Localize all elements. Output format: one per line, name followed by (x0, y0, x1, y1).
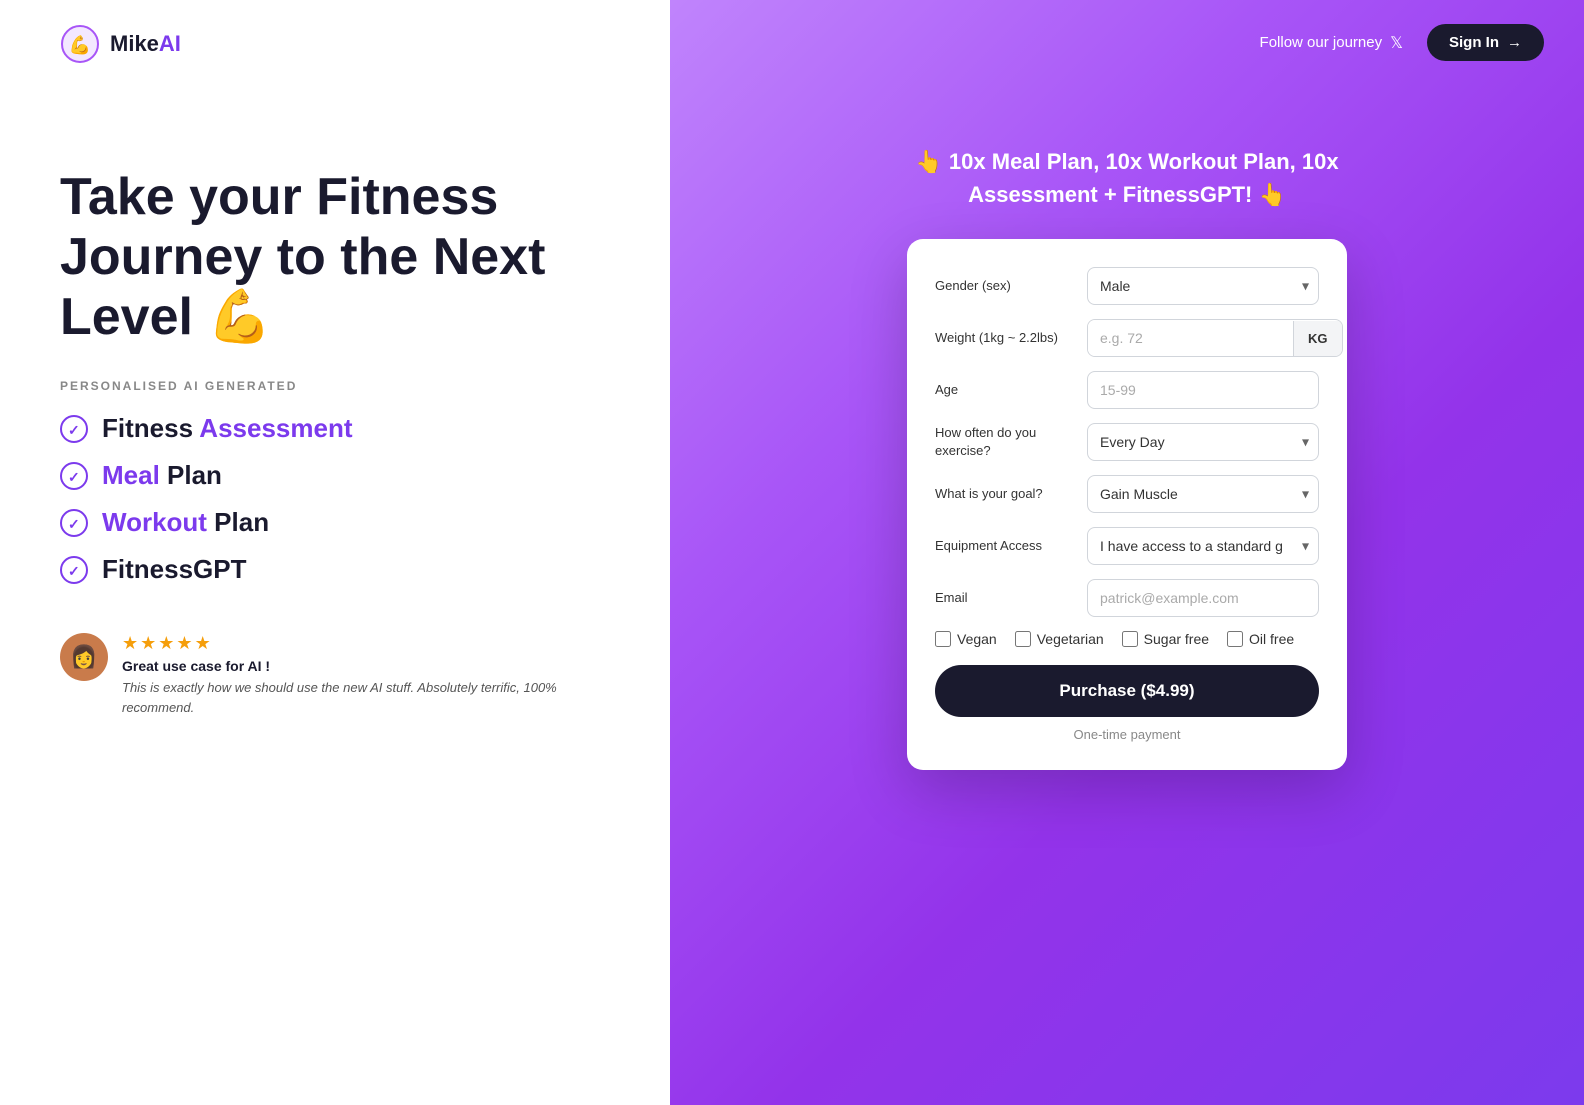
feature-list: ✓ Fitness Assessment ✓ Meal Plan ✓ Worko… (60, 413, 610, 585)
feature-fitnessgpt: ✓ FitnessGPT (60, 554, 610, 585)
check-icon-fitness: ✓ (60, 415, 88, 443)
goal-control: Gain Muscle Lose Weight Maintain Weight … (1087, 475, 1319, 513)
star-rating: ★ ★ ★ ★ ★ (122, 633, 610, 654)
email-row: Email (935, 579, 1319, 617)
equipment-label: Equipment Access (935, 537, 1075, 555)
goal-row: What is your goal? Gain Muscle Lose Weig… (935, 475, 1319, 513)
weight-input[interactable] (1088, 320, 1293, 356)
gender-label: Gender (sex) (935, 277, 1075, 295)
left-panel: 💪 MikeAI Take your Fitness Journey to th… (0, 0, 670, 1105)
hero-title: Take your Fitness Journey to the Next Le… (60, 168, 610, 347)
review-title: Great use case for AI ! (122, 658, 610, 674)
gender-control: Male Female Other ▾ (1087, 267, 1319, 305)
exercise-frequency-select[interactable]: Every Day 3-4 times a week 1-2 times a w… (1087, 423, 1319, 461)
email-control (1087, 579, 1319, 617)
svg-text:💪: 💪 (69, 34, 91, 55)
goal-label: What is your goal? (935, 485, 1075, 503)
vegetarian-checkbox[interactable] (1015, 631, 1031, 647)
age-row: Age (935, 371, 1319, 409)
vegan-checkbox[interactable] (935, 631, 951, 647)
logo-icon: 💪 (60, 24, 100, 64)
reviewer-avatar: 👩 (60, 633, 108, 681)
personalised-label: PERSONALISED AI GENERATED (60, 379, 610, 393)
exercise-frequency-control: Every Day 3-4 times a week 1-2 times a w… (1087, 423, 1319, 461)
gender-row: Gender (sex) Male Female Other ▾ (935, 267, 1319, 305)
signin-button[interactable]: Sign In → (1427, 24, 1544, 61)
weight-label: Weight (1kg ~ 2.2lbs) (935, 329, 1075, 347)
dietary-checkboxes: Vegan Vegetarian Sugar free Oil free (935, 631, 1319, 647)
weight-row: Weight (1kg ~ 2.2lbs) KG (935, 319, 1319, 357)
exercise-frequency-label: How often do you exercise? (935, 424, 1075, 460)
vegetarian-label: Vegetarian (1037, 631, 1104, 647)
age-label: Age (935, 381, 1075, 399)
check-icon-fitnessgpt: ✓ (60, 556, 88, 584)
review-content: ★ ★ ★ ★ ★ Great use case for AI ! This i… (122, 633, 610, 717)
email-input[interactable] (1087, 579, 1319, 617)
vegetarian-checkbox-item[interactable]: Vegetarian (1015, 631, 1104, 647)
logo-header: 💪 MikeAI (60, 0, 610, 88)
weight-wrapper: KG (1087, 319, 1343, 357)
feature-fitness: ✓ Fitness Assessment (60, 413, 610, 444)
follow-text: Follow our journey (1260, 34, 1383, 51)
twitter-icon: 𝕏 (1390, 33, 1403, 53)
vegan-label: Vegan (957, 631, 997, 647)
email-label: Email (935, 589, 1075, 607)
kg-badge: KG (1293, 321, 1342, 356)
sugar-free-checkbox-item[interactable]: Sugar free (1122, 631, 1209, 647)
sugar-free-label: Sugar free (1144, 631, 1209, 647)
exercise-frequency-row: How often do you exercise? Every Day 3-4… (935, 423, 1319, 461)
follow-link[interactable]: Follow our journey 𝕏 (1260, 33, 1403, 53)
right-panel: Follow our journey 𝕏 Sign In → 👆 10x Mea… (670, 0, 1584, 1105)
oil-free-label: Oil free (1249, 631, 1294, 647)
check-icon-workout: ✓ (60, 509, 88, 537)
oil-free-checkbox[interactable] (1227, 631, 1243, 647)
goal-select[interactable]: Gain Muscle Lose Weight Maintain Weight … (1087, 475, 1319, 513)
one-time-text: One-time payment (935, 727, 1319, 742)
equipment-control: I have access to a standard gym Home wor… (1087, 527, 1319, 565)
form-card: Gender (sex) Male Female Other ▾ Weight … (907, 239, 1347, 770)
hero-section: Take your Fitness Journey to the Next Le… (60, 168, 610, 717)
vegan-checkbox-item[interactable]: Vegan (935, 631, 997, 647)
sugar-free-checkbox[interactable] (1122, 631, 1138, 647)
feature-meal: ✓ Meal Plan (60, 460, 610, 491)
equipment-row: Equipment Access I have access to a stan… (935, 527, 1319, 565)
review-section: 👩 ★ ★ ★ ★ ★ Great use case for AI ! This… (60, 633, 610, 717)
oil-free-checkbox-item[interactable]: Oil free (1227, 631, 1294, 647)
age-input[interactable] (1087, 371, 1319, 409)
equipment-select[interactable]: I have access to a standard gym Home wor… (1087, 527, 1319, 565)
age-control (1087, 371, 1319, 409)
weight-control: KG (1087, 319, 1343, 357)
review-text: This is exactly how we should use the ne… (122, 678, 610, 717)
gender-select[interactable]: Male Female Other (1087, 267, 1319, 305)
check-icon-meal: ✓ (60, 462, 88, 490)
feature-workout: ✓ Workout Plan (60, 507, 610, 538)
purchase-button[interactable]: Purchase ($4.99) (935, 665, 1319, 717)
promo-text: 👆 10x Meal Plan, 10x Workout Plan, 10x A… (867, 145, 1387, 211)
right-header: Follow our journey 𝕏 Sign In → (710, 0, 1544, 85)
logo-text: MikeAI (110, 31, 181, 57)
